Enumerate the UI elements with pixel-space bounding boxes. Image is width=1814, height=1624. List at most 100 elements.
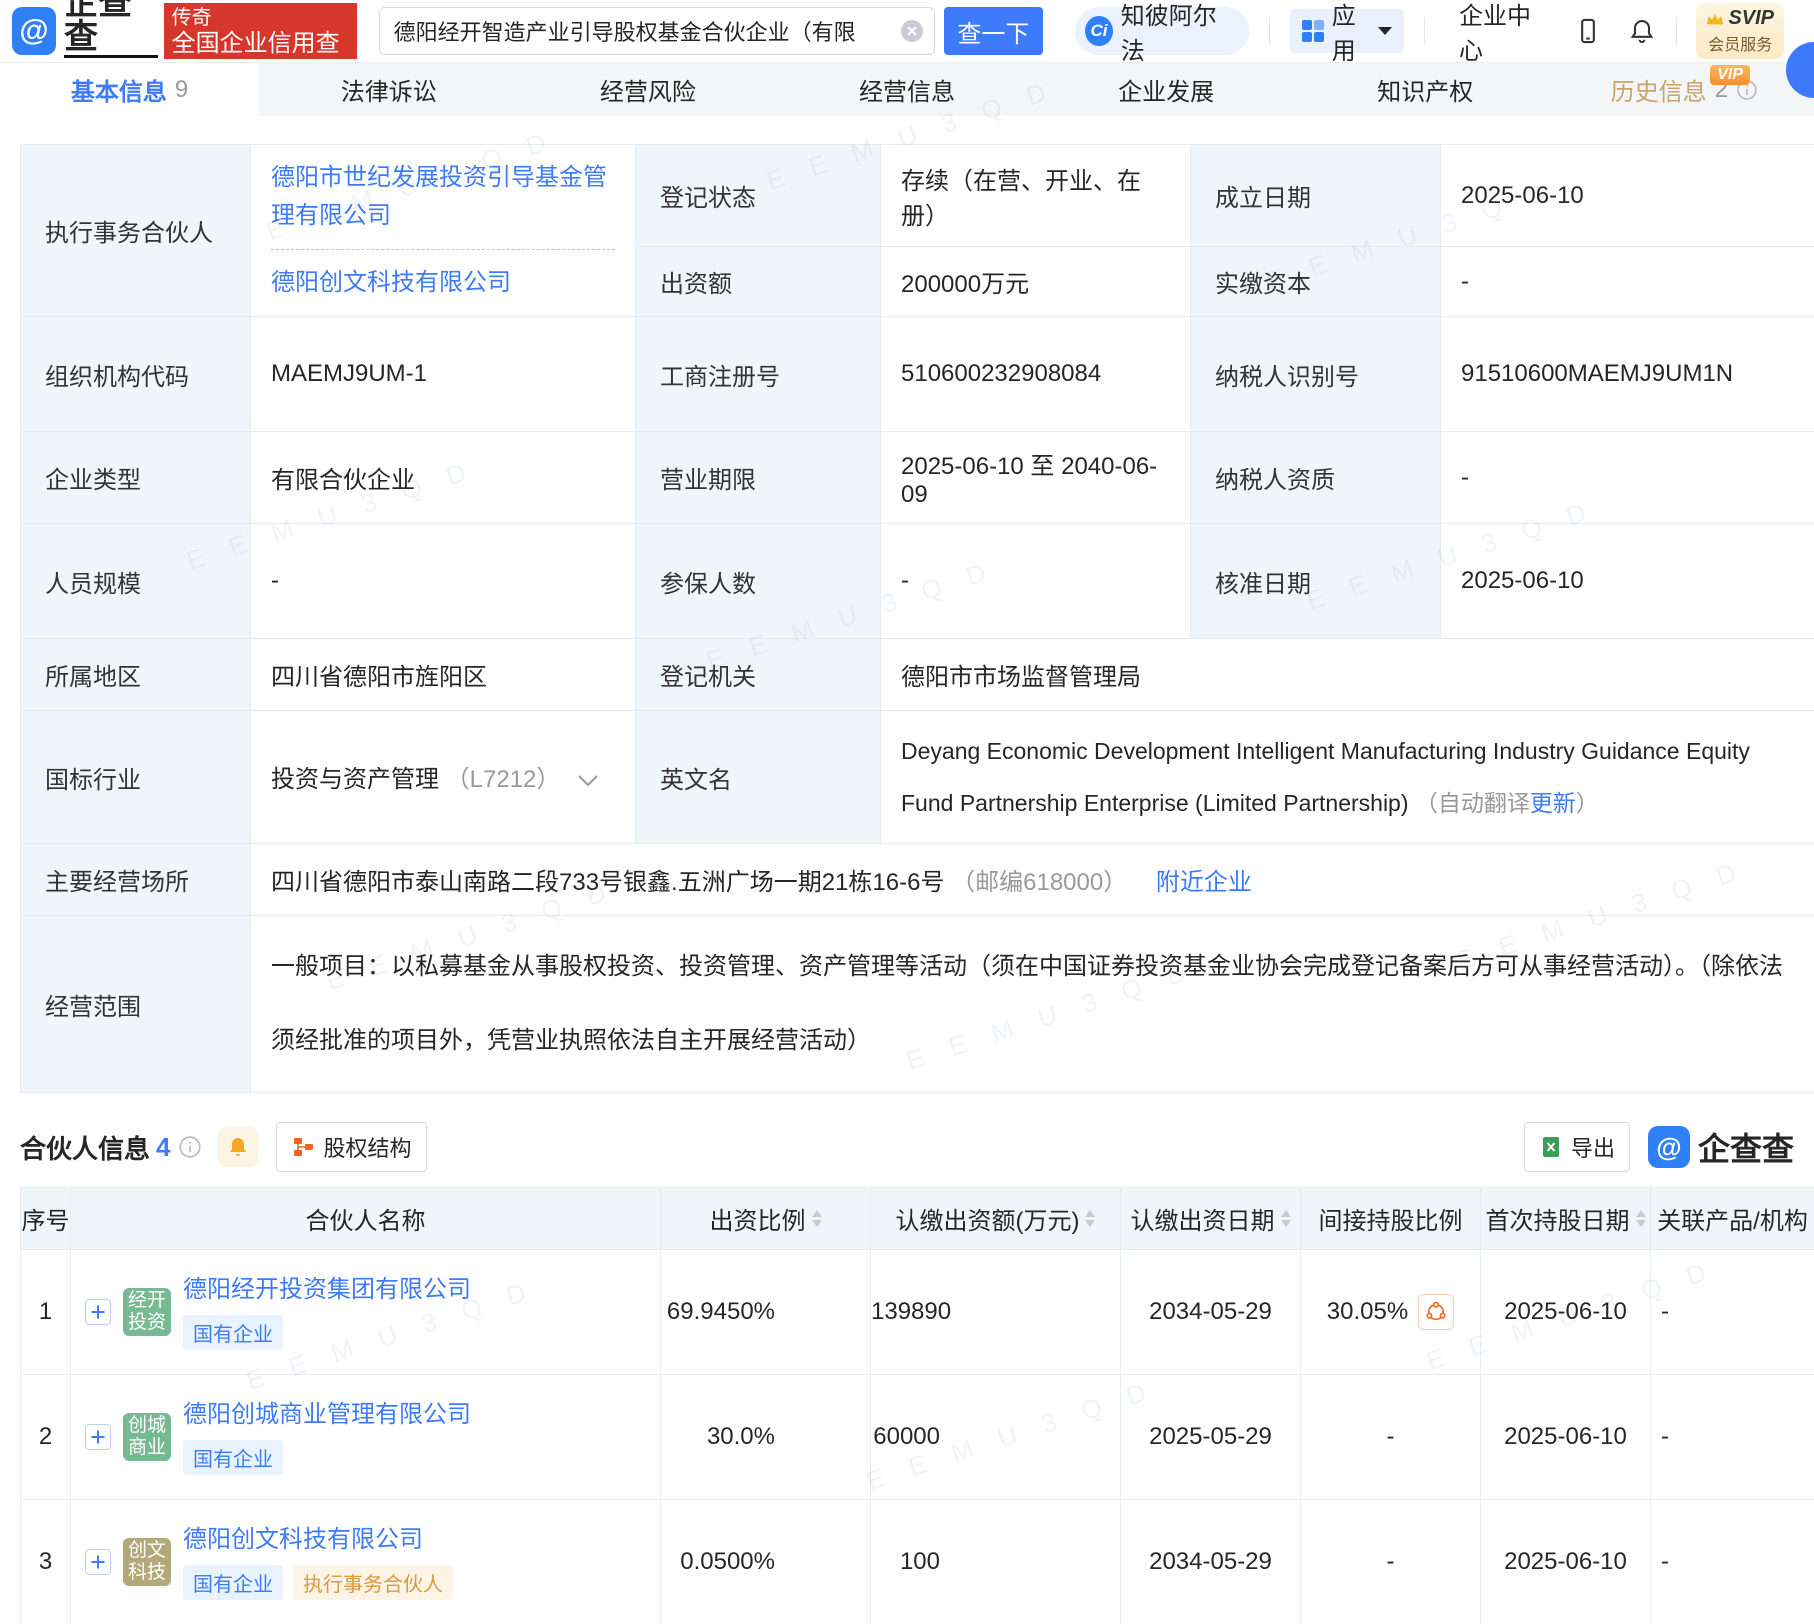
related-value: - [1650, 1249, 1814, 1375]
vip-badge: VIP [1710, 65, 1750, 85]
apps-dropdown[interactable]: 应用 [1289, 3, 1405, 65]
company-type-value: 有限合伙企业 [250, 431, 636, 524]
avatar-line1: 经开 [127, 1290, 166, 1311]
ratio-value: 30.0% [660, 1374, 871, 1500]
business-term-value: 2025-06-10 至 2040-06-09 [880, 431, 1191, 524]
search-button[interactable]: 查一下 [943, 7, 1044, 55]
expand-plus-icon[interactable] [85, 1299, 111, 1325]
export-button[interactable]: 导出 [1523, 1122, 1630, 1172]
tab-intellectual-property[interactable]: 知识产权 [1296, 63, 1555, 116]
col-related: 关联产品/机构 [1650, 1187, 1814, 1250]
top-header: @ 企查查 Qcc.com 传奇 全国企业信用查询 查一下 Ci 知彼阿尔法 应… [0, 0, 1814, 98]
tab-development[interactable]: 企业发展 [1037, 63, 1296, 116]
tab-operating-risk[interactable]: 经营风险 [518, 63, 777, 116]
row-seq: 2 [20, 1374, 71, 1500]
svip-sub-label: 会员服务 [1708, 37, 1773, 54]
industry-name: 投资与资产管理 [271, 766, 439, 794]
mobile-app-icon[interactable] [1574, 17, 1602, 45]
enterprise-center-link[interactable]: 企业中心 [1459, 0, 1548, 66]
partner-company-link[interactable]: 德阳创文科技有限公司 [183, 1525, 423, 1555]
tab-legal[interactable]: 法律诉讼 [259, 63, 518, 116]
zhibi-alpha-link[interactable]: Ci 知彼阿尔法 [1075, 3, 1249, 65]
taxpayer-qual-value: - [1440, 431, 1814, 524]
nearby-companies-link[interactable]: 附近企业 [1156, 869, 1252, 896]
english-name-value: Deyang Economic Development Intelligent … [901, 738, 1750, 816]
col-subscribe-date: 认缴出资日期 [1120, 1187, 1301, 1250]
tab-history[interactable]: 历史信息 2 VIP [1555, 63, 1814, 116]
sort-icon[interactable] [1280, 1210, 1291, 1227]
insured-count-value: - [880, 523, 1191, 639]
clear-search-icon[interactable] [900, 20, 923, 42]
sort-icon[interactable] [1085, 1210, 1096, 1227]
auto-translate-note-suffix: ） [1575, 790, 1599, 816]
expand-plus-icon[interactable] [85, 1424, 111, 1450]
english-name-label: 英文名 [635, 710, 881, 844]
avatar-line2: 科技 [127, 1562, 166, 1583]
partners-title: 合伙人信息 [20, 1133, 151, 1164]
taxpayer-qual-label: 纳税人资质 [1190, 431, 1441, 524]
partner-company-link[interactable]: 德阳经开投资集团有限公司 [183, 1275, 471, 1305]
reg-no-label: 工商注册号 [635, 316, 881, 432]
divider [271, 249, 615, 250]
equity-structure-button[interactable]: 股权结构 [276, 1122, 427, 1172]
table-row: 2 创城 商业 德阳创城商业管理有限公司 国有企业 30.0% 60000 202… [20, 1374, 1814, 1500]
equity-penetration-icon[interactable] [1418, 1294, 1455, 1330]
region-label: 所属地区 [20, 638, 251, 711]
svip-member-service[interactable]: SVIP 会员服务 [1696, 3, 1784, 59]
tax-id-value: 91510600MAEMJ9UM1N [1440, 316, 1814, 432]
reg-no-value: 510600232908084 [880, 316, 1191, 432]
tab-label: 知识产权 [1377, 79, 1474, 106]
tab-basic-info[interactable]: 基本信息 9 [0, 63, 260, 116]
expand-plus-icon[interactable] [85, 1549, 111, 1575]
partners-table: 序号 合伙人名称 出资比例 认缴出资额(万元) 认缴出资日期 间接持股比例 首次… [20, 1187, 1814, 1624]
col-indirect-ratio: 间接持股比例 [1300, 1187, 1481, 1250]
apps-grid-icon [1301, 20, 1324, 42]
sort-icon[interactable] [811, 1210, 822, 1227]
staff-size-value: - [250, 523, 636, 639]
bell-icon [230, 1138, 247, 1156]
subscribe-date-value: 2025-05-29 [1120, 1374, 1301, 1500]
apps-label: 应用 [1331, 3, 1356, 65]
basic-info-table: 执行事务合伙人 德阳市世纪发展投资引导基金管理有限公司 德阳创文科技有限公司 登… [20, 143, 1814, 1093]
subscribe-bell-button[interactable] [218, 1127, 259, 1167]
exec-partner-link-1[interactable]: 德阳市世纪发展投资引导基金管理有限公司 [271, 159, 615, 235]
export-label: 导出 [1570, 1136, 1615, 1161]
tab-operating-info[interactable]: 经营信息 [777, 63, 1036, 116]
avatar: 创城 商业 [123, 1413, 171, 1461]
col-amount: 认缴出资额(万元) [870, 1187, 1121, 1250]
sort-icon[interactable] [1635, 1210, 1646, 1227]
partner-company-link[interactable]: 德阳创城商业管理有限公司 [183, 1400, 471, 1430]
industry-value: 投资与资产管理 （L7212） [250, 710, 636, 844]
info-icon[interactable] [178, 1135, 202, 1159]
establish-date-value: 2025-06-10 [1440, 143, 1814, 248]
capital-value: 200000万元 [880, 246, 1191, 317]
executive-partner-tag: 执行事务合伙人 [293, 1564, 453, 1600]
notification-bell-icon[interactable] [1628, 17, 1656, 45]
search-input[interactable] [378, 7, 935, 55]
qcc-logo-title: 企查查 [64, 0, 158, 58]
col-partner-name: 合伙人名称 [70, 1187, 661, 1250]
related-value: - [1650, 1499, 1814, 1624]
col-label: 认缴出资日期 [1130, 1208, 1275, 1235]
translate-update-link[interactable]: 更新 [1530, 790, 1576, 816]
avatar: 创文 科技 [123, 1538, 171, 1586]
exec-partner-link-2[interactable]: 德阳创文科技有限公司 [271, 264, 615, 302]
address-label: 主要经营场所 [20, 843, 251, 916]
zhibi-alpha-icon: Ci [1085, 16, 1113, 46]
reg-authority-value: 德阳市市场监督管理局 [880, 638, 1814, 711]
related-value: - [1650, 1374, 1814, 1500]
org-chart-icon [294, 1138, 314, 1156]
amount-value: 100 [870, 1499, 1121, 1624]
chevron-down-icon[interactable] [577, 767, 599, 795]
tab-count: 9 [174, 75, 189, 103]
state-owned-tag: 国有企业 [183, 1439, 283, 1475]
col-ratio: 出资比例 [660, 1187, 871, 1250]
row-seq: 1 [20, 1249, 71, 1375]
subscribe-date-value: 2034-05-29 [1120, 1499, 1301, 1624]
tax-id-label: 纳税人识别号 [1190, 316, 1441, 432]
col-seq: 序号 [20, 1187, 71, 1250]
ratio-value: 0.0500% [660, 1499, 871, 1624]
region-value: 四川省德阳市旌阳区 [250, 638, 636, 711]
amount-value: 60000 [870, 1374, 1121, 1500]
col-label: 首次持股日期 [1485, 1208, 1630, 1235]
